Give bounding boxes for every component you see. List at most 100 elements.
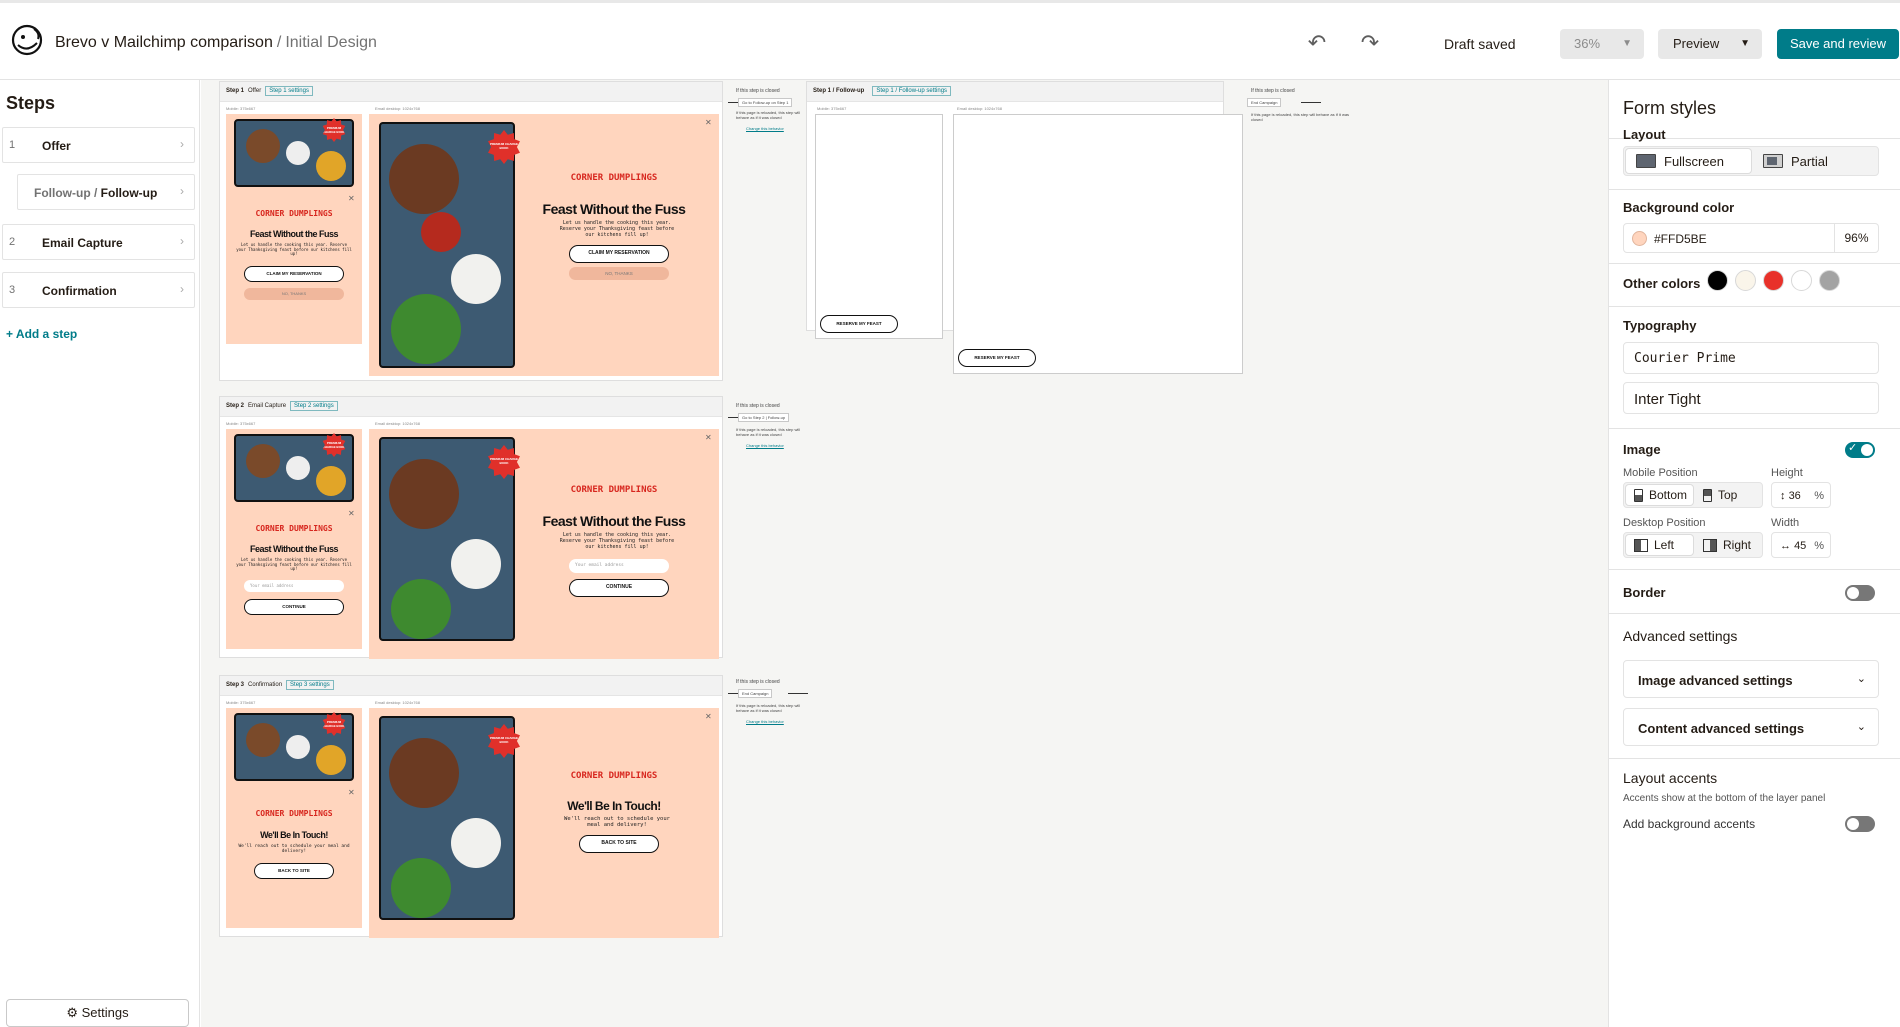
heading-font-select[interactable]: Courier Prime (1623, 342, 1879, 374)
border-toggle[interactable] (1845, 585, 1875, 601)
claim-reservation-button[interactable]: CLAIM MY RESERVATION (569, 245, 669, 263)
save-and-review-button[interactable]: Save and review (1777, 29, 1899, 59)
back-to-site-button[interactable]: BACK TO SITE (579, 835, 659, 853)
back-to-site-button[interactable]: BACK TO SITE (254, 863, 334, 879)
mobile-position-toggle: Bottom Top (1623, 482, 1763, 508)
layout-toggle: Fullscreen Partial (1623, 146, 1879, 176)
followup-desktop-preview[interactable]: RESERVE MY FEAST (953, 114, 1243, 374)
design-name[interactable]: Initial Design (285, 34, 377, 51)
settings-button[interactable]: ⚙ Settings (6, 999, 189, 1027)
color-swatch-gray[interactable] (1819, 270, 1840, 291)
mobile-top-option[interactable]: Top (1695, 483, 1762, 507)
mobile-preview[interactable]: PREMIUM CHARGE BOOK ✕ CORNER DUMPLINGS F… (226, 429, 362, 649)
continue-button[interactable]: CONTINUE (244, 599, 344, 615)
step3-frame[interactable]: Step 3 Confirmation Step 3 settings Mobile… (219, 675, 723, 938)
chevron-down-icon: ▼ (1740, 38, 1750, 49)
step3-flow: If this step is closed End Campaign If t… (728, 679, 908, 739)
zoom-select[interactable]: 36% ▼ (1560, 29, 1644, 59)
mailchimp-logo-icon[interactable] (10, 23, 44, 57)
image-toggle[interactable]: ✓ (1845, 442, 1875, 458)
step2-frame[interactable]: Step 2 Email Capture Step 2 settings Mobil… (219, 396, 723, 659)
change-behavior-link[interactable]: Change this behavior (746, 126, 784, 131)
close-icon[interactable]: ✕ (348, 509, 355, 518)
check-icon: ✓ (1848, 442, 1858, 454)
followup-mobile-preview[interactable]: RESERVE MY FEAST (815, 114, 943, 339)
phone-bottom-icon (1634, 488, 1643, 502)
redo-icon[interactable]: ↷ (1357, 30, 1383, 56)
partial-icon (1763, 154, 1783, 168)
goto-step2-box[interactable]: Go to Step 2 | Follow-up (738, 413, 790, 422)
step-item-follow-up[interactable]: Follow-up / Follow-up › (17, 174, 195, 210)
fullscreen-icon (1636, 154, 1656, 168)
step3-settings-tag[interactable]: Step 3 settings (286, 680, 334, 690)
image-advanced-settings-accordion[interactable]: Image advanced settings ⌄ (1623, 660, 1879, 698)
close-icon[interactable]: ✕ (348, 788, 355, 797)
email-field[interactable]: Your email address (244, 580, 344, 592)
layout-fullscreen-option[interactable]: Fullscreen (1626, 149, 1751, 173)
desktop-preview[interactable]: PREMIUM CHARGE BOOK ✕ CORNER DUMPLINGS F… (369, 429, 719, 659)
no-thanks-button[interactable]: NO, THANKS (244, 288, 344, 300)
mobile-preview[interactable]: PREMIUM CHARGE BOOK ✕ CORNER DUMPLINGS F… (226, 114, 362, 344)
desktop-position-toggle: Left Right (1623, 532, 1763, 558)
color-swatch[interactable] (1632, 231, 1647, 246)
brand-logo: CORNER DUMPLINGS (570, 485, 658, 495)
desktop-preview[interactable]: PREMIUM CHARGE BOOK ✕ CORNER DUMPLINGS W… (369, 708, 719, 938)
chevron-right-icon: › (180, 137, 184, 151)
vertical-resize-icon: ↕ (1780, 490, 1786, 502)
mobile-bottom-option[interactable]: Bottom (1626, 485, 1693, 505)
step-item-offer[interactable]: 1 Offer › (2, 127, 195, 163)
step1-frame[interactable]: Step 1 Offer Step 1 settings Mobile: 375x6… (219, 81, 723, 381)
change-behavior-link[interactable]: Change this behavior (746, 719, 784, 724)
step2-settings-tag[interactable]: Step 2 settings (290, 401, 338, 411)
background-accents-toggle[interactable] (1845, 816, 1875, 832)
preview-button[interactable]: Preview ▼ (1658, 29, 1762, 59)
end-campaign-box[interactable]: End Campaign (1247, 98, 1282, 107)
close-icon[interactable]: ✕ (348, 194, 355, 203)
design-canvas[interactable]: Step 1 Offer Step 1 settings Mobile: 375x6… (201, 80, 1608, 1027)
color-swatch-black[interactable] (1707, 270, 1728, 291)
add-step-button[interactable]: + Add a step (6, 327, 77, 341)
close-icon[interactable]: ✕ (705, 712, 712, 721)
color-swatch-red[interactable] (1763, 270, 1784, 291)
followup-flow: If this step is closed End Campaign If t… (1241, 88, 1361, 148)
goto-followup-box[interactable]: Go to Follow-up on Step 1 (738, 98, 793, 107)
image-width-input[interactable]: ↔ 45% (1771, 532, 1831, 558)
change-behavior-link[interactable]: Change this behavior (746, 443, 784, 448)
chevron-right-icon: › (180, 184, 184, 198)
gear-icon: ⚙ (66, 1005, 79, 1020)
desktop-left-option[interactable]: Left (1626, 535, 1693, 555)
email-field[interactable]: Your email address (569, 559, 669, 573)
draft-status: Draft saved (1444, 36, 1516, 52)
color-swatch-white[interactable] (1791, 270, 1812, 291)
reserve-feast-button[interactable]: RESERVE MY FEAST (958, 349, 1036, 367)
undo-icon[interactable]: ↶ (1304, 30, 1330, 56)
close-icon[interactable]: ✕ (705, 433, 712, 442)
followup-frame[interactable]: Step 1 / Follow-up Step 1 / Follow-up set… (806, 81, 1243, 374)
campaign-title[interactable]: Brevo v Mailchimp comparison (55, 34, 273, 51)
desktop-preview[interactable]: PREMIUM CHARGE BOOK ✕ CORNER DUMPLINGS F… (369, 114, 719, 376)
background-color-input[interactable]: #FFD5BE (1623, 223, 1835, 253)
chevron-down-icon: ▼ (1622, 38, 1632, 49)
no-thanks-button[interactable]: NO, THANKS (569, 267, 669, 280)
claim-reservation-button[interactable]: CLAIM MY RESERVATION (244, 266, 344, 282)
close-icon[interactable]: ✕ (705, 118, 712, 127)
step-item-confirmation[interactable]: 3 Confirmation › (2, 272, 195, 308)
image-height-input[interactable]: ↕ 36% (1771, 482, 1831, 508)
chevron-right-icon: › (180, 282, 184, 296)
end-campaign-box[interactable]: End Campaign (738, 689, 773, 698)
body-font-select[interactable]: Inter Tight (1623, 382, 1879, 414)
color-swatch-cream[interactable] (1735, 270, 1756, 291)
reserve-feast-button[interactable]: RESERVE MY FEAST (820, 315, 898, 333)
continue-button[interactable]: CONTINUE (569, 579, 669, 597)
step1-settings-tag[interactable]: Step 1 settings (265, 86, 313, 96)
brand-logo: CORNER DUMPLINGS (570, 771, 658, 781)
content-advanced-settings-accordion[interactable]: Content advanced settings ⌄ (1623, 708, 1879, 746)
mobile-preview[interactable]: PREMIUM CHARGE BOOK ✕ CORNER DUMPLINGS W… (226, 708, 362, 928)
followup-settings-tag[interactable]: Step 1 / Follow-up settings (872, 86, 952, 96)
desktop-right-option[interactable]: Right (1695, 533, 1762, 557)
brand-logo: CORNER DUMPLINGS (255, 524, 333, 533)
layout-partial-option[interactable]: Partial (1753, 147, 1878, 175)
chevron-down-icon: ⌄ (1856, 721, 1866, 733)
step-item-email-capture[interactable]: 2 Email Capture › (2, 224, 195, 260)
background-opacity-input[interactable]: 96% (1835, 223, 1879, 253)
